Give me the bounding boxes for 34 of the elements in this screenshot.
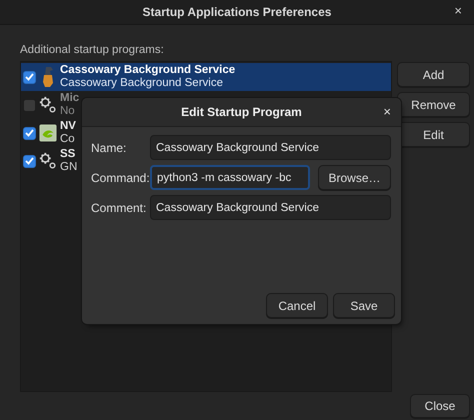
window-title: Startup Applications Preferences	[142, 5, 332, 19]
input-field[interactable]: Cassowary Background Service	[150, 195, 391, 220]
remove-button[interactable]: Remove	[397, 92, 470, 117]
checkbox[interactable]	[23, 126, 36, 140]
app-icon	[39, 124, 57, 142]
gears-icon	[39, 152, 57, 170]
add-button[interactable]: Add	[397, 62, 470, 87]
program-comment: No	[60, 105, 76, 118]
program-comment: GN	[60, 161, 78, 174]
close-button[interactable]: Close	[410, 394, 470, 418]
program-name: Cassowary Background Service	[60, 64, 236, 77]
checkbox[interactable]	[23, 70, 36, 84]
close-icon[interactable]: ×	[383, 104, 391, 119]
list-label: Additional startup programs:	[20, 43, 165, 58]
field-label: Name:	[91, 140, 128, 154]
browse-button[interactable]: Browse…	[318, 165, 391, 190]
program-name: NV	[60, 120, 76, 133]
bird-icon	[41, 66, 55, 88]
checkbox[interactable]	[23, 98, 36, 112]
input-field[interactable]: Cassowary Background Service	[150, 135, 391, 160]
input-field[interactable]: python3 -m cassowary -bc	[150, 165, 310, 190]
checkbox[interactable]	[23, 154, 36, 168]
program-comment: Cassowary Background Service	[60, 77, 224, 90]
field-label: Comment:	[91, 200, 148, 214]
program-name: SS	[60, 148, 76, 161]
program-comment: Co	[60, 133, 76, 146]
field-label: Command:	[91, 170, 150, 184]
close-icon[interactable]: ×	[454, 3, 462, 18]
cancel-button[interactable]: Cancel	[266, 293, 328, 318]
dialog-title: Edit Startup Program	[181, 105, 302, 119]
save-button[interactable]: Save	[333, 293, 395, 318]
gears-icon	[39, 96, 57, 114]
program-name: Mic	[60, 92, 80, 105]
selected-row-highlight[interactable]: Cassowary Background Service Cassowary Background Service	[21, 63, 391, 91]
